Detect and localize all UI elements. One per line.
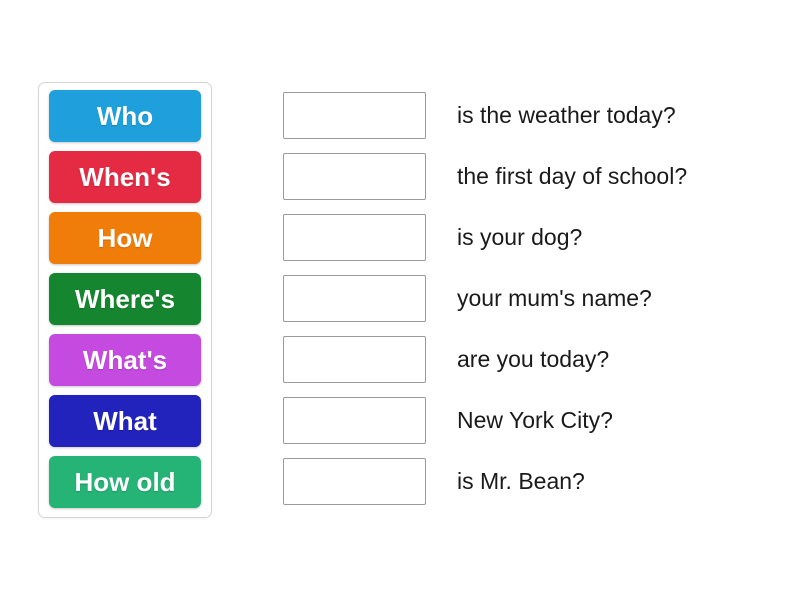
question-column: is the weather today? the first day of s… — [457, 92, 797, 519]
question-row: is your dog? — [457, 214, 797, 261]
question-row: your mum's name? — [457, 275, 797, 322]
question-row: the first day of school? — [457, 153, 797, 200]
dropzone-4[interactable] — [283, 275, 426, 322]
dropzone-7[interactable] — [283, 458, 426, 505]
dropzone-5[interactable] — [283, 336, 426, 383]
word-tile-who[interactable]: Who — [49, 90, 201, 142]
word-tile-wheres[interactable]: Where's — [49, 273, 201, 325]
question-text: New York City? — [457, 406, 613, 433]
word-tile-label: What — [93, 406, 157, 436]
question-row: is Mr. Bean? — [457, 458, 797, 505]
dropzone-1[interactable] — [283, 92, 426, 139]
question-text: is the weather today? — [457, 101, 676, 128]
question-text: is your dog? — [457, 223, 583, 250]
word-tile-tray: Who When's How Where's What's What How o… — [38, 82, 212, 518]
word-tile-whens[interactable]: When's — [49, 151, 201, 203]
question-row: is the weather today? — [457, 92, 797, 139]
word-tile-what[interactable]: What — [49, 395, 201, 447]
question-text: the first day of school? — [457, 162, 688, 189]
word-tile-label: When's — [79, 162, 171, 192]
dropzone-3[interactable] — [283, 214, 426, 261]
dropzone-6[interactable] — [283, 397, 426, 444]
question-row: are you today? — [457, 336, 797, 383]
word-tile-label: How — [97, 223, 153, 253]
word-tile-label: Who — [96, 101, 154, 131]
question-text: your mum's name? — [457, 284, 652, 311]
word-tile-how-old[interactable]: How old — [49, 456, 201, 508]
word-tile-label: How old — [74, 467, 176, 497]
question-row: New York City? — [457, 397, 797, 444]
word-tile-label: What's — [82, 345, 168, 375]
question-text: are you today? — [457, 345, 610, 372]
word-tile-label: Where's — [74, 284, 176, 314]
dropzone-2[interactable] — [283, 153, 426, 200]
dropzone-column — [283, 92, 426, 519]
word-tile-how[interactable]: How — [49, 212, 201, 264]
word-tile-whats[interactable]: What's — [49, 334, 201, 386]
question-text: is Mr. Bean? — [457, 467, 585, 494]
matching-activity: Who When's How Where's What's What How o… — [0, 0, 800, 600]
